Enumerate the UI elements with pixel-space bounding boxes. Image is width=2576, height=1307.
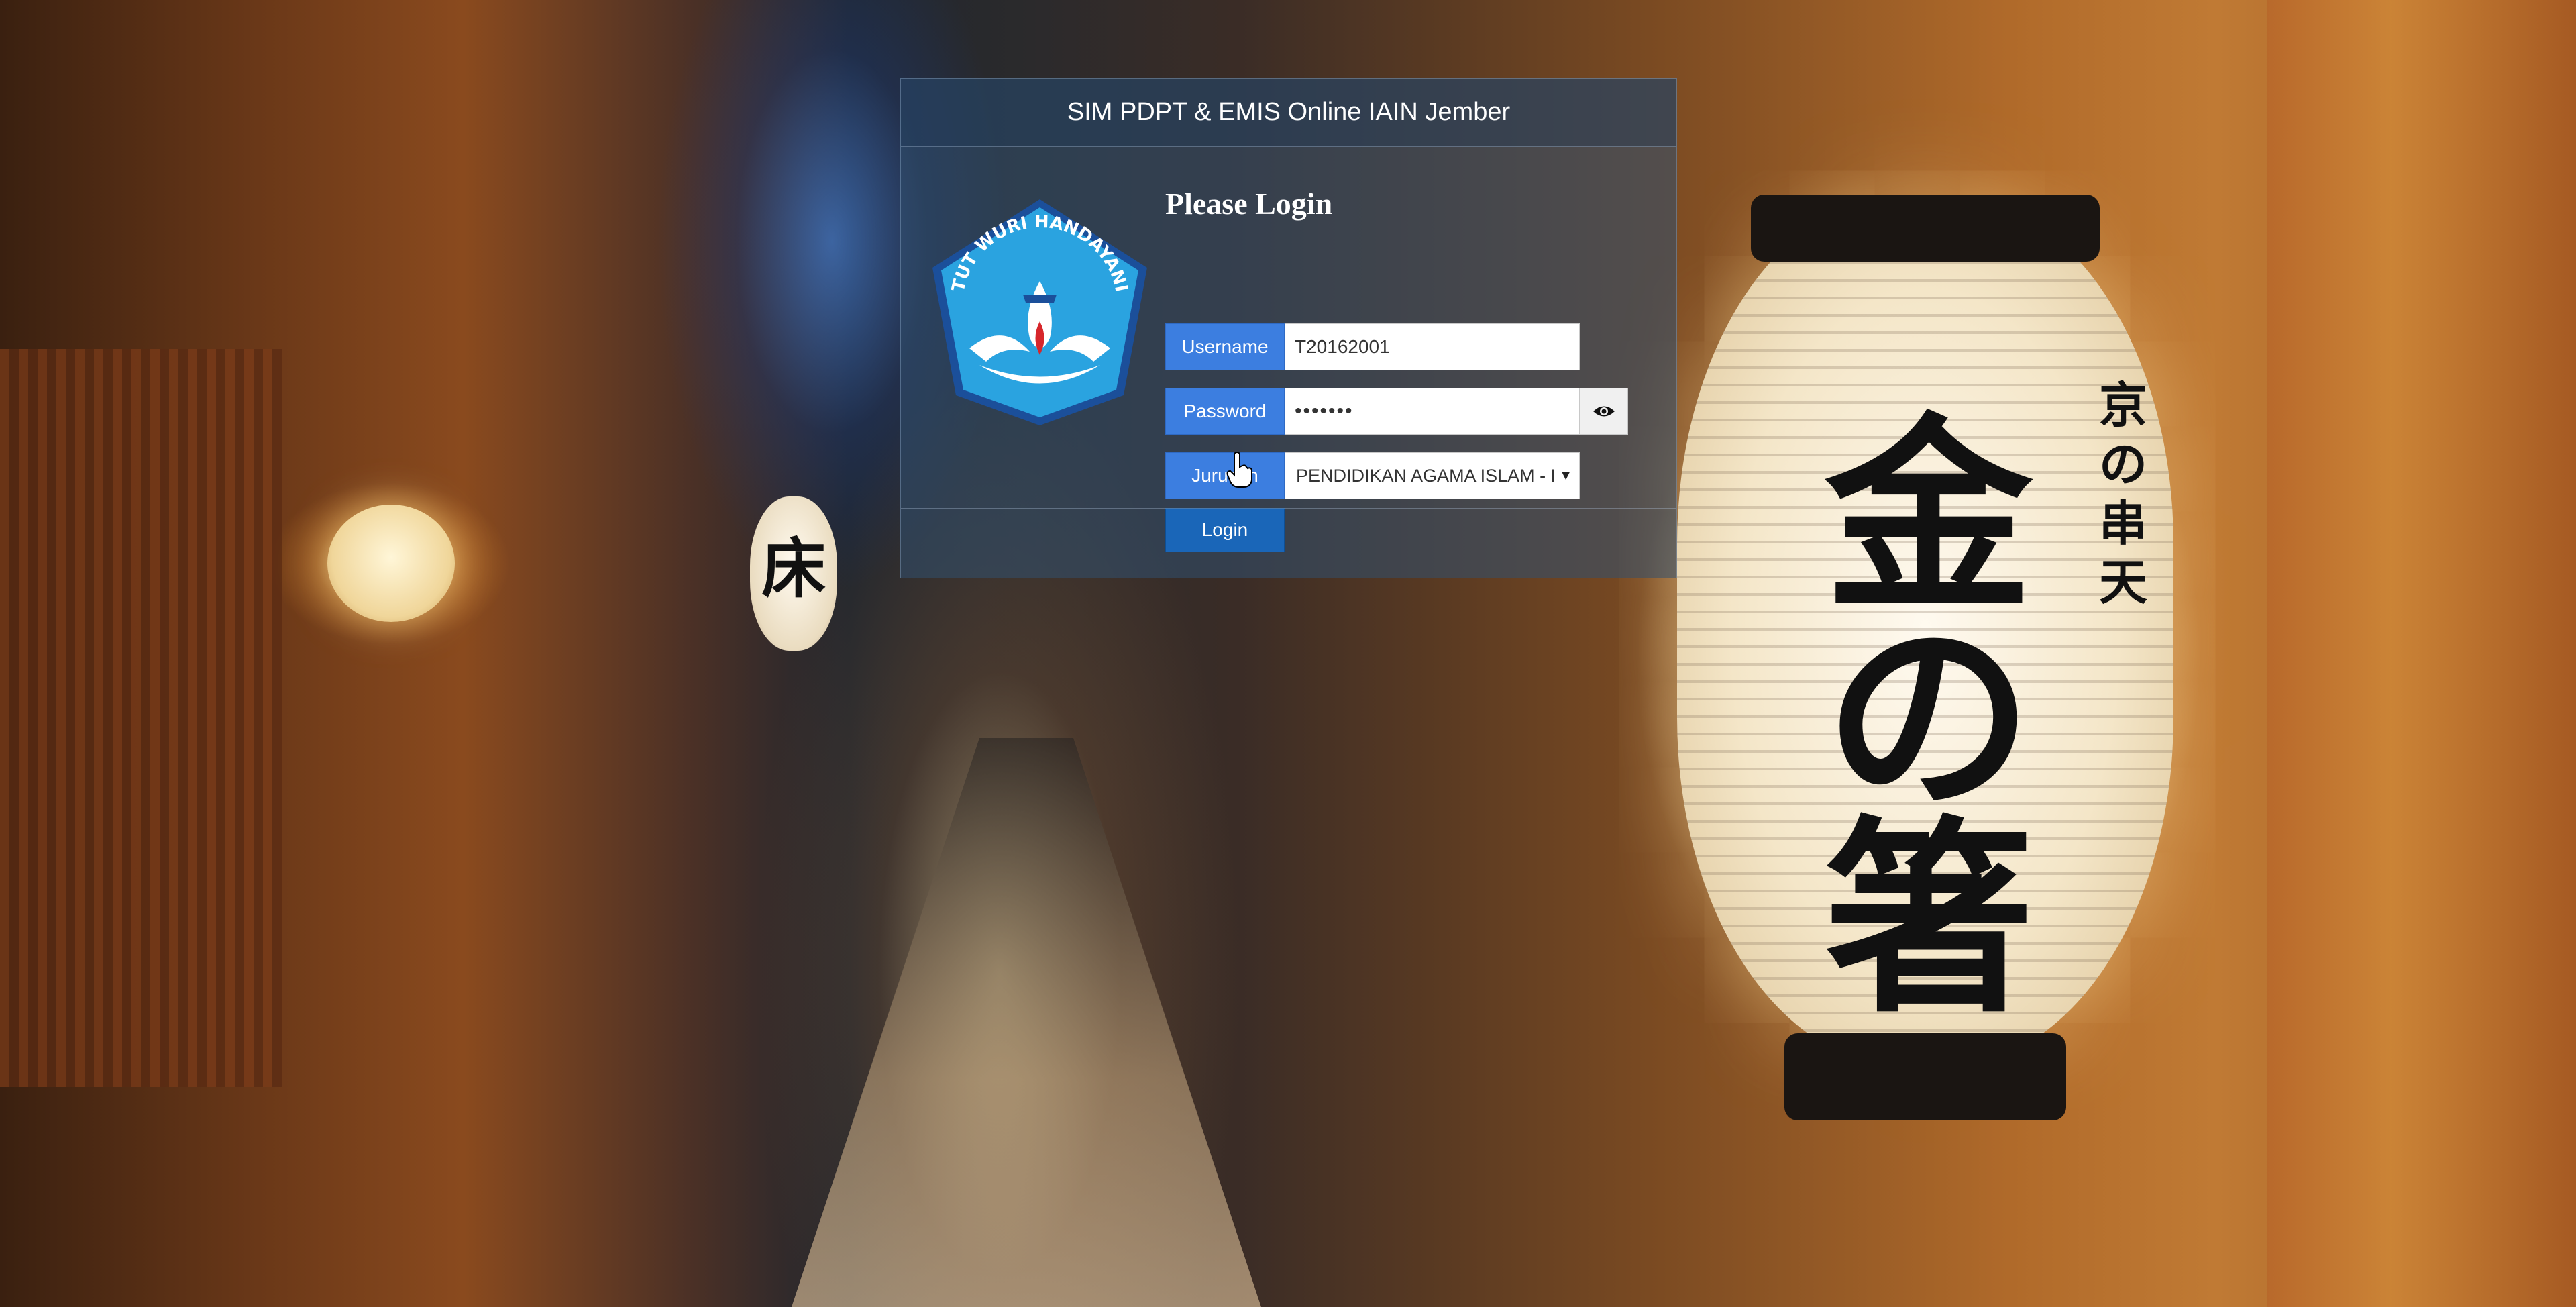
background-right-wall xyxy=(2267,0,2576,1307)
password-input[interactable]: ••••••• xyxy=(1285,388,1580,435)
username-label: Username xyxy=(1165,323,1285,370)
panel-divider xyxy=(901,508,1676,509)
panel-header: SIM PDPT & EMIS Online IAIN Jember xyxy=(901,79,1676,147)
background-large-lantern-text: 金の箸 xyxy=(1825,395,2039,1041)
background-mid-lantern-text: 床 xyxy=(761,531,826,607)
chevron-down-icon: ▼ xyxy=(1559,468,1572,483)
eye-icon xyxy=(1593,406,1615,417)
password-label: Password xyxy=(1165,388,1285,435)
background-left-wall xyxy=(0,349,282,1087)
background-large-lantern-side-text: 京の串天 xyxy=(2098,376,2147,611)
hand-pointer-cursor-icon xyxy=(1226,452,1252,488)
login-panel: SIM PDPT & EMIS Online IAIN Jember TUT W… xyxy=(900,78,1677,578)
login-heading: Please Login xyxy=(1165,187,1333,221)
show-password-button[interactable] xyxy=(1580,388,1628,435)
background-large-lantern-base xyxy=(1784,1033,2066,1120)
login-button[interactable]: Login xyxy=(1165,508,1285,552)
password-masked-value: ••••••• xyxy=(1295,400,1354,422)
jurusan-select[interactable]: PENDIDIKAN AGAMA ISLAM - PAI ▼ xyxy=(1285,452,1580,499)
background-small-lantern xyxy=(327,505,455,622)
jurusan-selected-value: PENDIDIKAN AGAMA ISLAM - PAI xyxy=(1296,465,1554,486)
app-title: SIM PDPT & EMIS Online IAIN Jember xyxy=(1067,97,1511,126)
background-large-lantern-cap xyxy=(1751,195,2100,262)
username-input[interactable]: T20162001 xyxy=(1285,323,1580,370)
username-row: Username T20162001 xyxy=(1165,323,1580,370)
username-value: T20162001 xyxy=(1295,336,1390,357)
jurusan-label: Jurusan xyxy=(1165,452,1285,499)
password-row: Password ••••••• xyxy=(1165,388,1628,435)
tut-wuri-handayani-logo: TUT WURI HANDAYANI xyxy=(932,199,1147,425)
